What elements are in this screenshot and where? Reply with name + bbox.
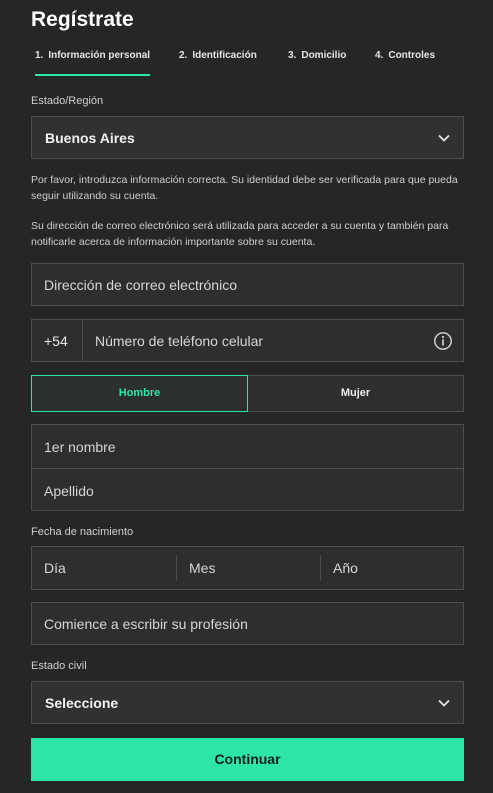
gender-male-button[interactable]: Hombre — [31, 375, 248, 412]
phone-prefix[interactable]: +54 — [32, 320, 83, 361]
tab-personal-info[interactable]: 1. Información personal — [35, 50, 151, 76]
chevron-down-icon — [438, 699, 450, 707]
identity-help-text: Por favor, introduzca información correc… — [31, 174, 458, 202]
tab-label: Información personal — [48, 50, 151, 61]
email-placeholder: Dirección de correo electrónico — [44, 277, 237, 293]
birth-year-field[interactable]: Año — [321, 547, 463, 589]
registration-page: Regístrate 1. Información personal 2. Iden… — [0, 0, 493, 793]
step-tabs: 1. Información personal 2. Identificación … — [31, 50, 463, 76]
tab-identification[interactable]: 2. Identificación — [179, 50, 257, 76]
birth-date-label: Fecha de nacimiento — [31, 526, 134, 538]
info-icon[interactable] — [433, 331, 453, 351]
continue-button[interactable]: Continuar — [31, 738, 464, 781]
tab-number: 3. — [288, 50, 297, 61]
chevron-down-icon — [438, 134, 450, 142]
birth-month-placeholder: Mes — [189, 560, 216, 576]
profession-field[interactable]: Comience a escribir su profesión — [31, 602, 464, 645]
birth-month-field[interactable]: Mes — [177, 547, 320, 589]
marital-status-select[interactable]: Seleccione — [31, 681, 464, 724]
first-name-field[interactable]: 1er nombre — [32, 425, 463, 468]
birth-day-field[interactable]: Día — [32, 547, 176, 589]
birth-year-placeholder: Año — [333, 560, 358, 576]
marital-status-label: Estado civil — [31, 660, 87, 672]
last-name-field[interactable]: Apellido — [32, 468, 463, 511]
last-name-placeholder: Apellido — [44, 483, 94, 499]
tab-address[interactable]: 3. Domicilio — [288, 50, 346, 76]
birth-day-placeholder: Día — [44, 560, 66, 576]
birth-date-fields: Día Mes Año — [31, 546, 464, 590]
name-fields: 1er nombre Apellido — [31, 424, 464, 511]
region-value: Buenos Aires — [45, 130, 135, 146]
tab-label: Identificación — [192, 50, 257, 61]
region-label: Estado/Región — [31, 95, 104, 107]
region-select[interactable]: Buenos Aires — [31, 116, 464, 159]
page-title: Regístrate — [31, 8, 134, 31]
tab-label: Domicilio — [301, 50, 347, 61]
marital-status-value: Seleccione — [45, 695, 119, 711]
phone-placeholder: Número de teléfono celular — [95, 333, 264, 349]
tab-number: 4. — [375, 50, 384, 61]
tab-number: 1. — [35, 50, 44, 61]
profession-placeholder: Comience a escribir su profesión — [44, 616, 248, 632]
email-field[interactable]: Dirección de correo electrónico — [31, 263, 464, 306]
gender-toggle: Hombre Mujer — [31, 375, 464, 412]
phone-prefix-value: +54 — [44, 333, 68, 349]
first-name-placeholder: 1er nombre — [44, 439, 116, 455]
tab-number: 2. — [179, 50, 188, 61]
tab-controls[interactable]: 4. Controles — [375, 50, 435, 76]
gender-female-button[interactable]: Mujer — [248, 375, 464, 412]
phone-field[interactable]: +54 Número de teléfono celular — [31, 319, 464, 362]
tab-label: Controles — [388, 50, 436, 61]
email-help-text: Su dirección de correo electrónico será … — [31, 220, 449, 248]
